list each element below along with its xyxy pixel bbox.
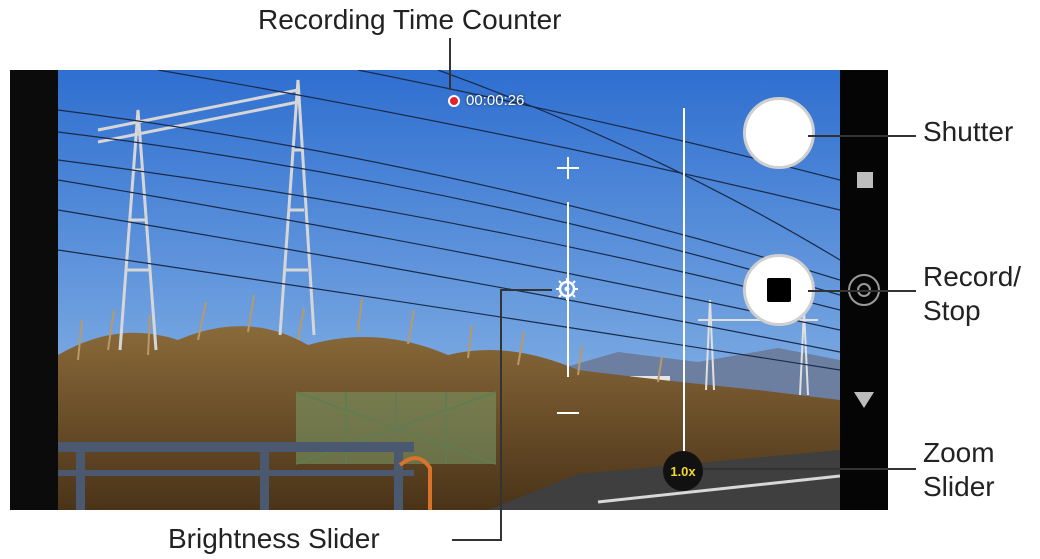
brightness-plus-icon[interactable]: [567, 157, 569, 179]
viewfinder-scene: [58, 70, 840, 510]
annotated-screenshot: Recording Time Counter Shutter Record/ S…: [0, 0, 1040, 559]
callout-zoom-line2: Slider: [923, 471, 995, 502]
collapse-menu-icon[interactable]: [854, 392, 874, 408]
recording-dot-icon: [448, 94, 460, 107]
callout-record-stop: Record/ Stop: [923, 260, 1033, 328]
brightness-thumb-sun-icon[interactable]: [555, 277, 579, 301]
leader-line-brightness-h1: [500, 289, 552, 291]
leader-line-shutter: [808, 135, 916, 137]
phone-screen: 00:00:26 1.0x: [10, 70, 888, 510]
zoom-level-button[interactable]: 1.0x: [663, 451, 703, 491]
stop-icon: [767, 278, 791, 302]
record-stop-button[interactable]: [743, 254, 815, 326]
callout-zoom-line1: Zoom: [923, 437, 995, 468]
leader-line-brightness-v: [500, 289, 502, 541]
leader-line-recording: [449, 38, 451, 90]
railing-post-2: [260, 442, 269, 510]
photo-mode-icon[interactable]: [857, 172, 873, 188]
callout-record-stop-line2: Stop: [923, 295, 981, 326]
recording-time: 00:00:26: [466, 92, 525, 109]
leader-line-brightness-h2: [452, 539, 502, 541]
callout-record-stop-line1: Record/: [923, 261, 1022, 292]
recording-time-counter: 00:00:26: [448, 92, 524, 109]
railing-post-3: [394, 442, 403, 510]
zoom-slider-track[interactable]: [683, 108, 685, 453]
brightness-minus-icon[interactable]: [557, 412, 579, 414]
callout-shutter: Shutter: [923, 116, 1014, 147]
shutter-button[interactable]: [743, 97, 815, 169]
camera-viewfinder[interactable]: 00:00:26 1.0x: [58, 70, 840, 510]
leader-line-zoom: [703, 468, 916, 470]
callout-brightness-slider: Brightness Slider: [168, 523, 380, 554]
railing-post-1: [76, 442, 85, 510]
railing-top: [58, 442, 414, 452]
callout-zoom-slider: Zoom Slider: [923, 436, 1033, 504]
railing-mid: [58, 470, 414, 476]
leader-line-record: [808, 290, 916, 292]
callout-recording-time-counter: Recording Time Counter: [258, 4, 562, 35]
